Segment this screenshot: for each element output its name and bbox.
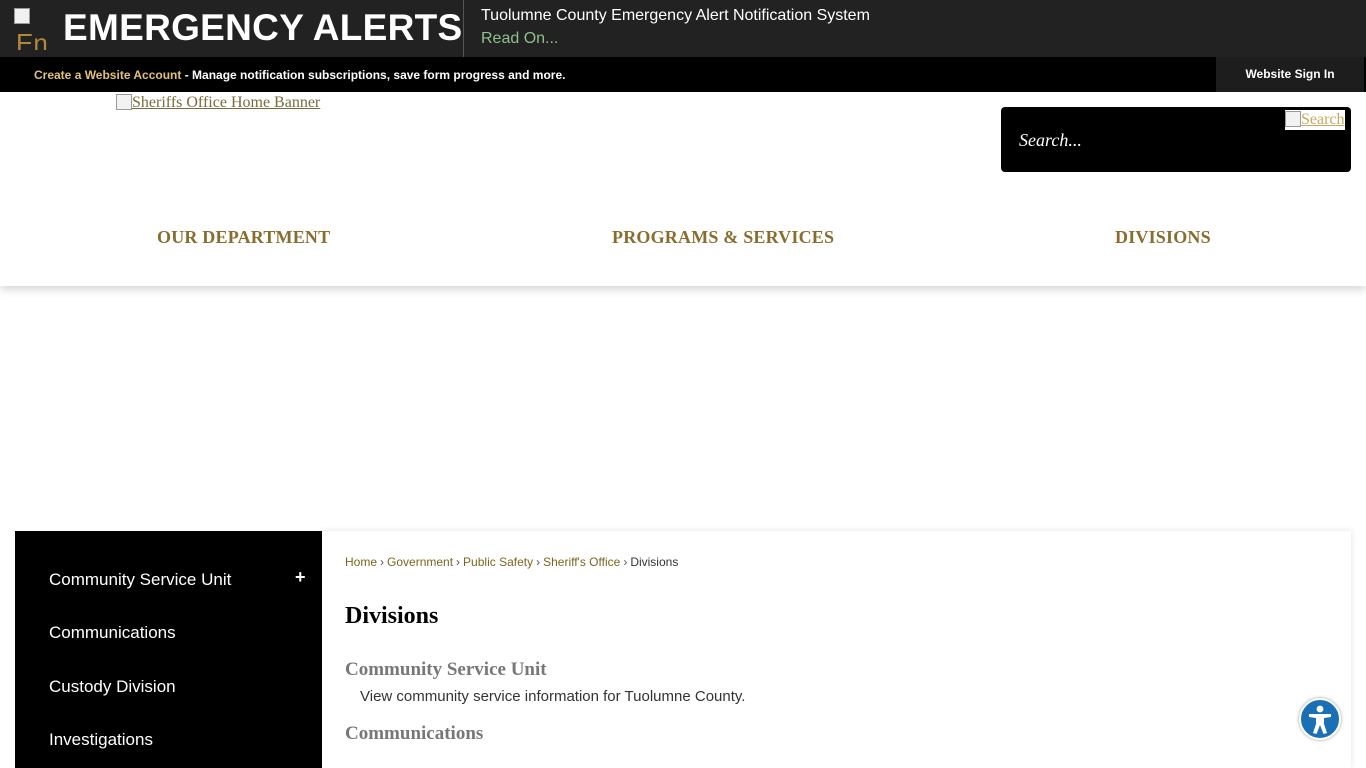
sidebar-nav: Community Service Unit + Communications … xyxy=(15,531,322,768)
accessibility-icon xyxy=(1309,705,1331,734)
breadcrumb-government[interactable]: Government xyxy=(387,555,453,569)
section-description: View community service information for T… xyxy=(360,688,746,705)
nav-programs-services[interactable]: PROGRAMS & SERVICES xyxy=(612,226,834,248)
home-banner-link[interactable]: Sheriffs Office Home Banner xyxy=(116,93,320,113)
nav-our-department[interactable]: OUR DEPARTMENT xyxy=(157,226,330,248)
sidebar-item-investigations[interactable]: Investigations xyxy=(49,730,153,750)
expand-plus-icon[interactable]: + xyxy=(295,567,306,587)
accessibility-button[interactable] xyxy=(1299,698,1341,740)
breadcrumb-separator: › xyxy=(536,555,541,569)
breadcrumb: Home › Government › Public Safety › Sheriff's … xyxy=(345,555,678,569)
account-text: Create a Website Account - Manage notifi… xyxy=(34,68,565,82)
breadcrumb-separator: › xyxy=(456,555,461,569)
broken-image-icon xyxy=(1285,111,1301,127)
sidebar-item-community-service-unit[interactable]: Community Service Unit xyxy=(49,570,231,590)
read-on-link[interactable]: Read On... xyxy=(481,29,558,49)
banner-alt-text: Sheriffs Office Home Banner xyxy=(132,94,321,111)
breadcrumb-public-safety[interactable]: Public Safety xyxy=(463,555,533,569)
breadcrumb-separator: › xyxy=(380,555,385,569)
sidebar-item-communications[interactable]: Communications xyxy=(49,623,176,643)
alert-message: Tuolumne County Emergency Alert Notifica… xyxy=(481,7,870,24)
page-title: Divisions xyxy=(345,603,439,629)
nav-divisions[interactable]: DIVISIONS xyxy=(1115,226,1211,248)
create-account-link[interactable]: Create a Website Account xyxy=(34,68,181,82)
breadcrumb-sheriffs-office[interactable]: Sheriff's Office xyxy=(543,555,620,569)
breadcrumb-current: Divisions xyxy=(630,555,679,569)
main-content: Home › Government › Public Safety › Sheriff's … xyxy=(322,531,1351,768)
broken-image-icon xyxy=(116,94,132,110)
search-button-label: Search xyxy=(1301,111,1345,128)
account-bar: Create a Website Account - Manage notifi… xyxy=(0,57,1366,92)
logo-alt-text: En xyxy=(16,28,48,50)
search-button[interactable]: Search xyxy=(1285,110,1345,130)
sidebar-item-custody-division[interactable]: Custody Division xyxy=(49,677,176,697)
website-sign-in-button[interactable]: Website Sign In xyxy=(1216,57,1364,92)
emergency-alert-bar: En EMERGENCY ALERTS Tuolumne County Emer… xyxy=(0,0,1366,57)
section-title-communications[interactable]: Communications xyxy=(345,722,483,746)
site-header: Sheriffs Office Home Banner Search OUR D… xyxy=(0,92,1366,286)
breadcrumb-separator: › xyxy=(623,555,628,569)
broken-image-icon: En xyxy=(14,8,56,50)
search-box: Search xyxy=(1001,107,1351,172)
search-input[interactable] xyxy=(1019,126,1269,154)
account-description: - Manage notification subscriptions, sav… xyxy=(181,68,566,82)
section-title-community-service-unit[interactable]: Community Service Unit xyxy=(345,658,547,682)
breadcrumb-home[interactable]: Home xyxy=(345,555,377,569)
emergency-alerts-title: EMERGENCY ALERTS xyxy=(63,7,463,48)
emergency-alerts-logo[interactable]: En EMERGENCY ALERTS xyxy=(0,0,464,57)
